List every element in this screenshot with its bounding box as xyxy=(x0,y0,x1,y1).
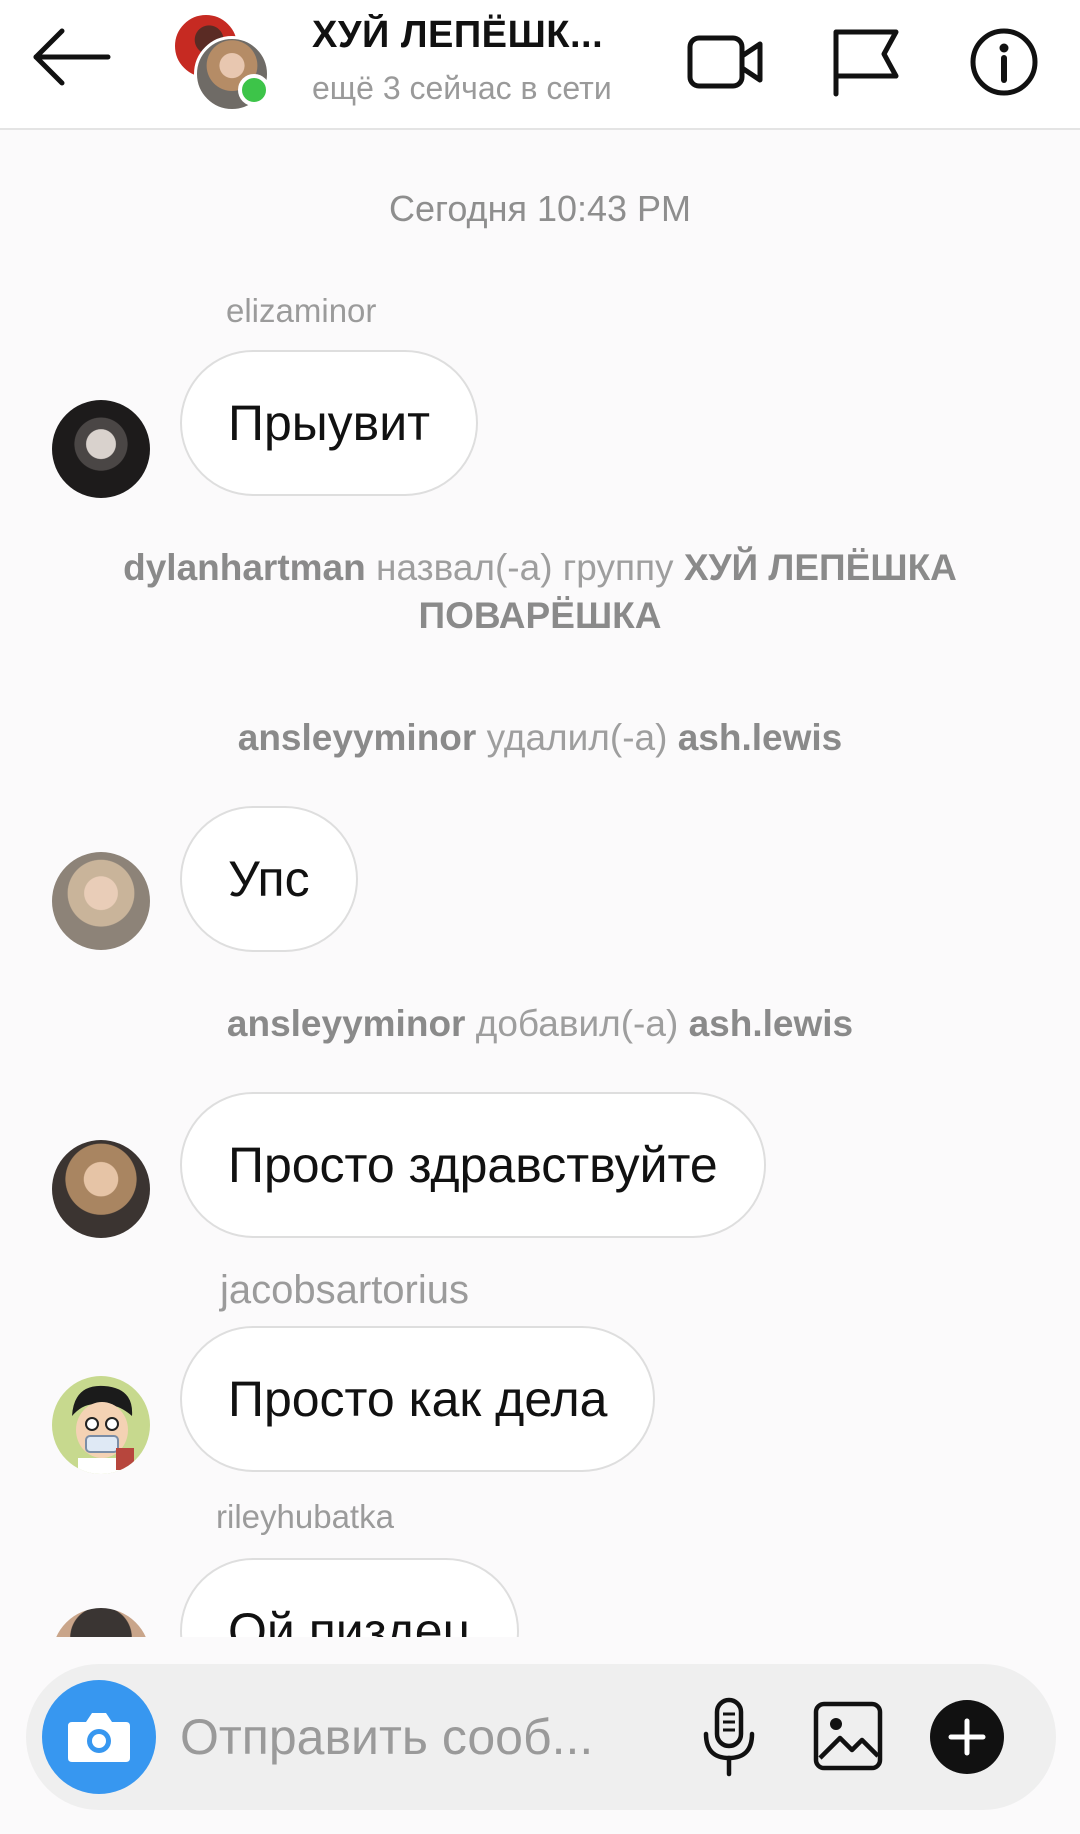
message-input[interactable] xyxy=(180,1704,650,1770)
system-action: назвал(-а) группу xyxy=(376,547,674,588)
system-user[interactable]: ansleyyminor xyxy=(227,1003,466,1044)
avatar[interactable] xyxy=(52,852,150,950)
message-username[interactable]: rileyhubatka xyxy=(216,1498,394,1536)
avatar[interactable] xyxy=(52,400,150,498)
message-bubble[interactable]: Просто как дела xyxy=(180,1326,656,1472)
group-avatar[interactable] xyxy=(168,12,270,112)
system-user[interactable]: dylanhartman xyxy=(123,547,366,588)
message-bubble[interactable]: Ой пиздец xyxy=(180,1558,520,1637)
system-action: добавил(-а) xyxy=(475,1003,679,1044)
video-camera-icon xyxy=(687,35,763,89)
info-icon xyxy=(970,28,1038,96)
more-options-button[interactable] xyxy=(930,1700,1004,1774)
gallery-icon xyxy=(813,1701,883,1771)
avatar[interactable] xyxy=(52,1608,150,1637)
message-thread[interactable]: Сегодня 10:43 PM elizaminor Прыувит dyla… xyxy=(0,132,1080,1637)
system-action: удалил(-а) xyxy=(486,717,668,758)
online-status: ещё 3 сейчас в сети xyxy=(312,70,612,106)
system-user[interactable]: ansleyyminor xyxy=(238,717,477,758)
chat-title[interactable]: ХУЙ ЛЕПЁШК... xyxy=(312,14,642,57)
message-username[interactable]: jacobsartorius xyxy=(220,1268,469,1313)
chat-header: ХУЙ ЛЕПЁШК... ещё 3 сейчас в сети xyxy=(0,0,1080,130)
system-message: ansleyyminor добавил(-а) ash.lewis xyxy=(0,1000,1080,1048)
voice-message-button[interactable] xyxy=(694,1694,764,1780)
system-message: dylanhartman назвал(-а) группу ХУЙ ЛЕПЁШ… xyxy=(0,544,1080,640)
flag-icon xyxy=(833,29,899,97)
gallery-button[interactable] xyxy=(810,1698,886,1774)
microphone-icon xyxy=(703,1697,755,1777)
back-button[interactable] xyxy=(28,22,118,92)
system-target-user[interactable]: ash.lewis xyxy=(689,1003,854,1044)
plus-icon xyxy=(948,1718,986,1756)
avatar[interactable] xyxy=(52,1376,150,1474)
online-indicator xyxy=(238,74,270,106)
message-composer xyxy=(26,1664,1056,1810)
date-separator: Сегодня 10:43 PM xyxy=(388,188,692,229)
report-button[interactable] xyxy=(822,24,906,100)
message-bubble[interactable]: Прыувит xyxy=(180,350,479,496)
info-button[interactable] xyxy=(966,24,1050,100)
message-username[interactable]: elizaminor xyxy=(226,292,376,330)
message-bubble[interactable]: Упс xyxy=(180,806,358,952)
camera-button[interactable] xyxy=(42,1680,156,1794)
system-target-user[interactable]: ash.lewis xyxy=(678,717,843,758)
back-arrow-icon xyxy=(33,28,111,86)
system-message: ansleyyminor удалил(-а) ash.lewis xyxy=(0,714,1080,762)
video-call-button[interactable] xyxy=(684,24,768,100)
avatar[interactable] xyxy=(52,1140,150,1238)
cartoon-avatar-image xyxy=(72,1385,134,1474)
camera-icon xyxy=(68,1713,130,1762)
message-bubble[interactable]: Просто здравствуйте xyxy=(180,1092,766,1238)
